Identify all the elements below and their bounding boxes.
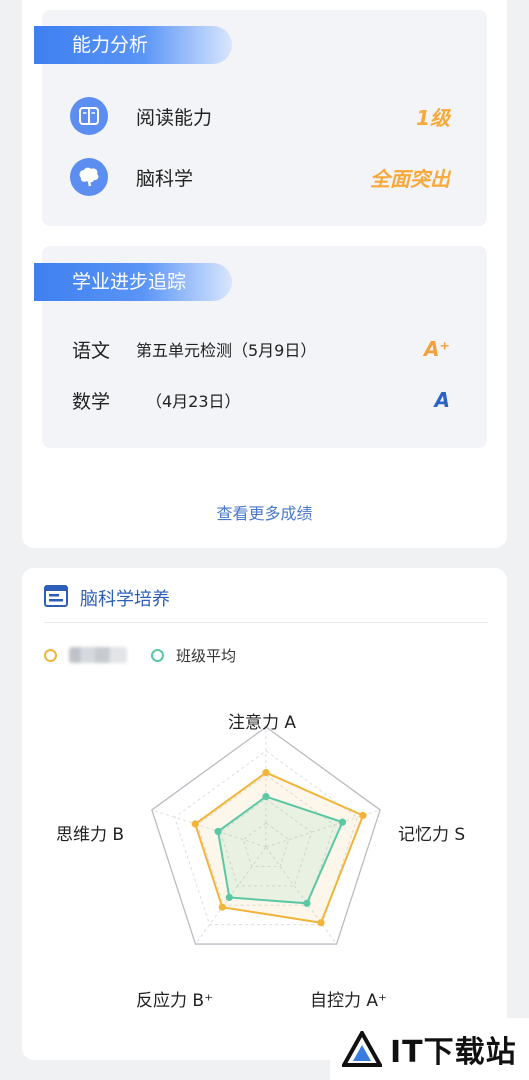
legend-marker-class-average (151, 648, 164, 662)
ability-name: 脑科学 (136, 167, 194, 190)
ability-level: 1级 (416, 105, 450, 130)
radar-series-student-point (191, 820, 199, 828)
brain-icon (70, 158, 108, 196)
radar-series-class-average-point (214, 827, 222, 836)
chart-legend: 班级平均 (44, 644, 236, 666)
ability-level: 全面突出 (370, 166, 450, 191)
legend-label-class-average: 班级平均 (176, 646, 237, 665)
grade-badge: A⁺ (423, 337, 450, 361)
card-icon (44, 585, 68, 611)
radar-series-class-average-point (262, 793, 270, 801)
legend-marker-student (44, 648, 57, 662)
exam-name: 第五单元检测（5月9日） (136, 341, 317, 360)
subject-name: 数学 (72, 390, 111, 413)
radar-axis-label: 注意力 A (228, 713, 297, 733)
radar-series-student-point (262, 769, 270, 777)
exam-name: （4月23日） (146, 392, 241, 411)
radar-axis-label: 记忆力 S (398, 825, 466, 845)
ability-item-brain: 脑科学 全面突出 (70, 157, 450, 197)
watermark-logo-icon (342, 1031, 382, 1067)
site-watermark: IT下载站 (330, 1018, 529, 1080)
divider (44, 622, 488, 623)
brain-training-title: 脑科学培养 (80, 589, 170, 610)
grade-row-chinese[interactable]: 语文 第五单元检测（5月9日） A⁺ (72, 334, 450, 364)
ability-name: 阅读能力 (136, 106, 213, 129)
watermark-text: IT下载站 (390, 1035, 517, 1070)
subject-name: 语文 (72, 339, 111, 362)
progress-section-title: 学业进步追踪 (34, 263, 232, 301)
radar-series-student-point (218, 903, 226, 911)
grade-row-math[interactable]: 数学 （4月23日） A (72, 385, 450, 415)
radar-axis-label: 自控力 A⁺ (310, 991, 388, 1011)
ability-section-title: 能力分析 (34, 26, 232, 64)
radar-series-class-average-point (303, 899, 311, 907)
book-icon (70, 97, 108, 135)
radar-axis-label: 反应力 B⁺ (136, 991, 214, 1011)
radar-axis-label: 思维力 B (56, 825, 125, 845)
legend-student-name-blurred (69, 647, 127, 663)
view-more-grades-link[interactable]: 查看更多成绩 (22, 500, 507, 524)
radar-series-class-average-point (225, 893, 233, 902)
brain-training-header: 脑科学培养 (44, 585, 170, 611)
radar-series-student-point (359, 811, 367, 820)
radar-series-class-average-point (338, 818, 347, 826)
radar-series-student-point (317, 919, 325, 927)
ability-item-reading: 阅读能力 1级 (70, 96, 450, 136)
grade-badge: A (434, 388, 450, 412)
